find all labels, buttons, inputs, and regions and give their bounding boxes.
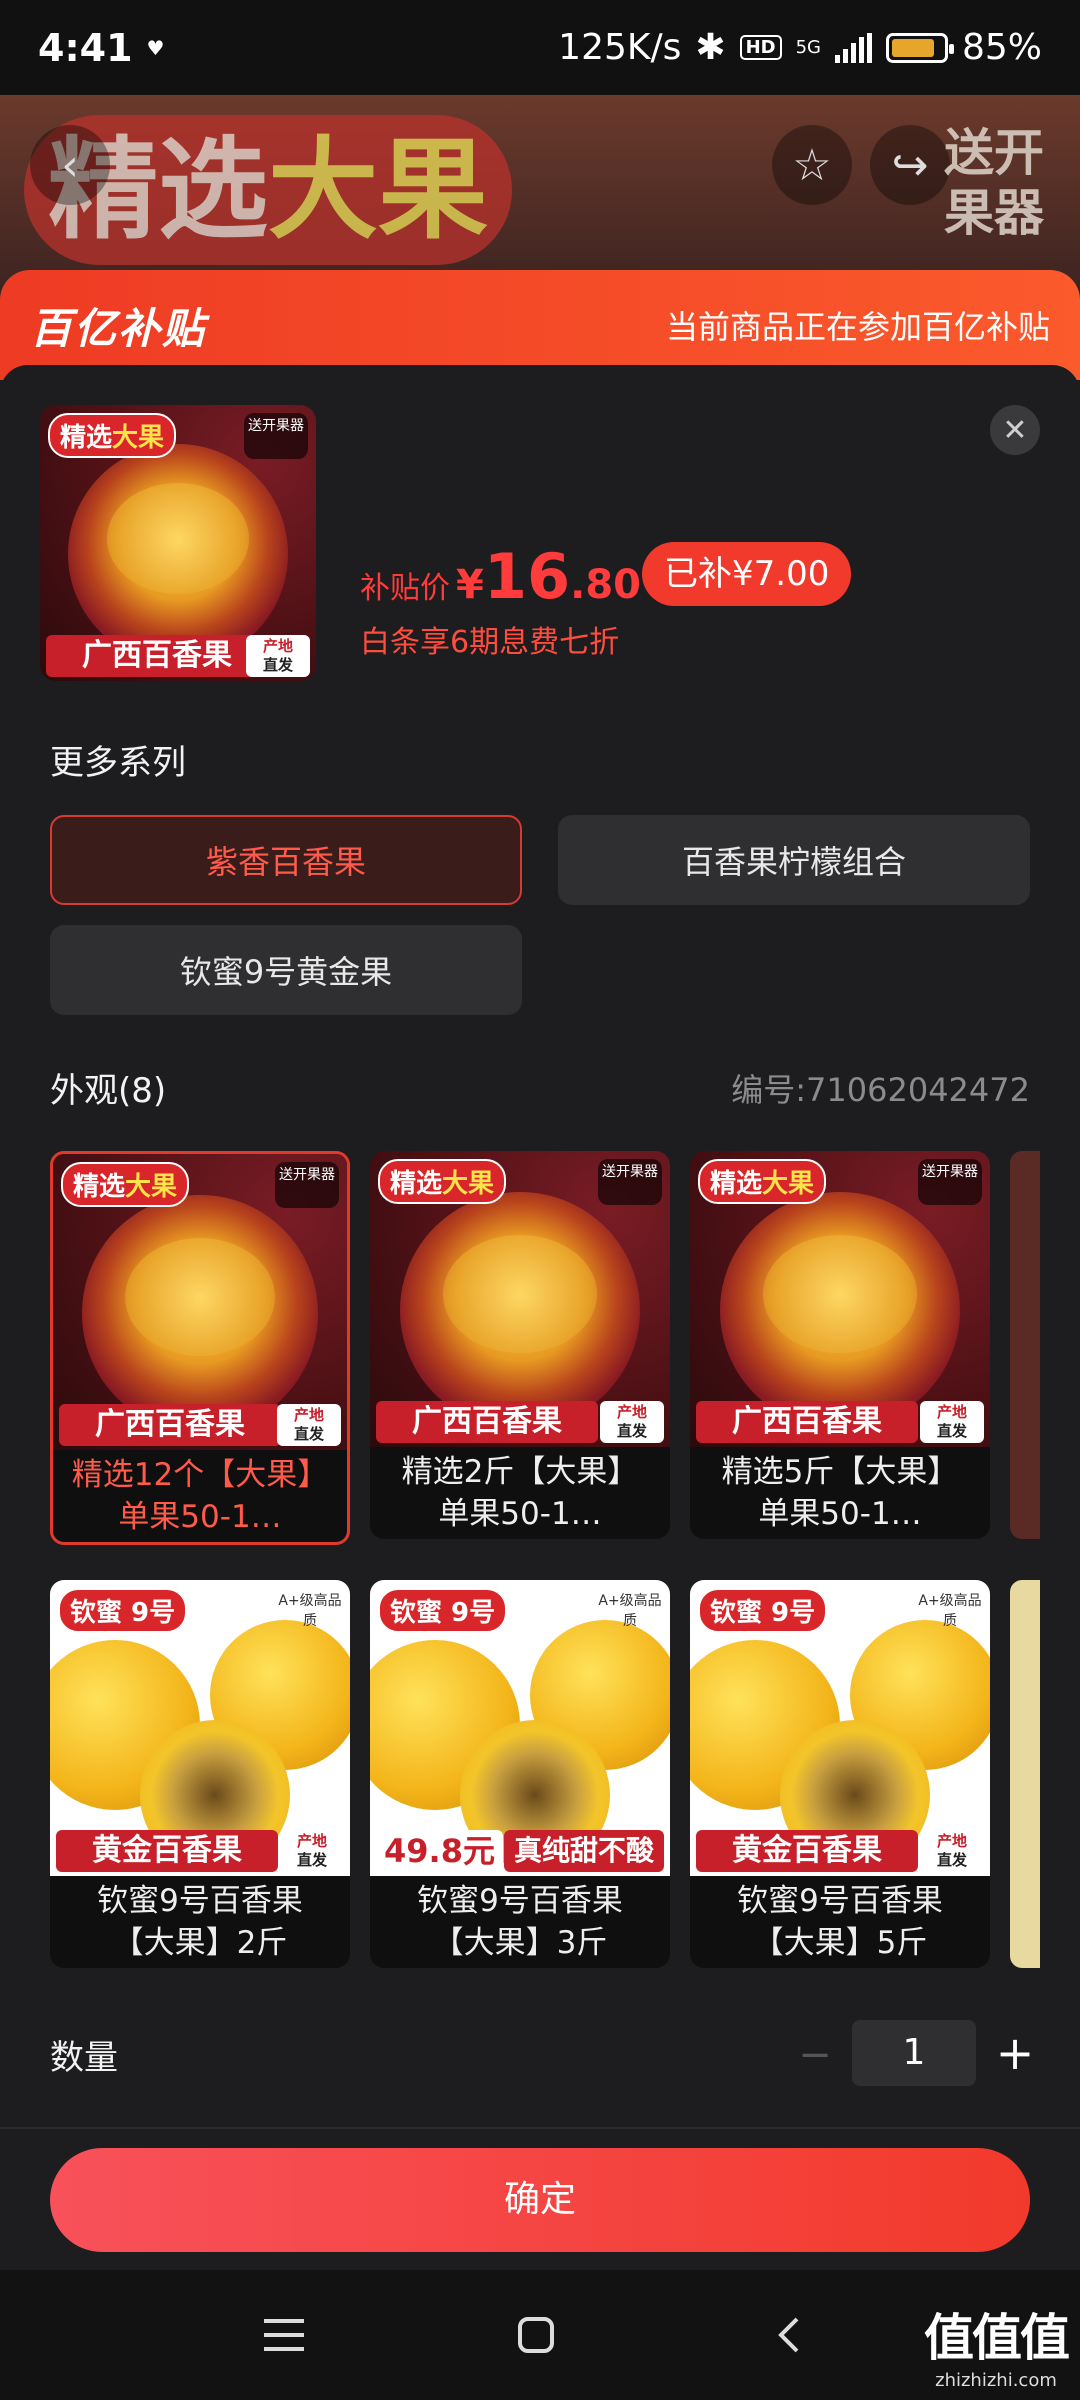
series-title: 更多系列 [50,743,186,783]
variant-caption: 钦蜜9号百香果【大果】2斤 [97,1883,303,1961]
variant-card-peek[interactable] [1010,1151,1040,1539]
home-icon [518,2317,554,2353]
share-button[interactable]: ↪ [870,125,950,205]
quantity-decrease-button[interactable]: − [790,2030,840,2080]
price-integer: 16 [483,540,571,613]
hero-tag-line2: 果器 [944,184,1044,242]
thumb-tag-origin: 产地 直发 [246,635,310,677]
variant-image: 精选大果 送开果器 广西百香果 产地 直发 [690,1151,990,1447]
thumbnail-fruit [67,443,289,665]
installment-offer: 白条享6期息费七折 [360,625,620,660]
subsidy-text: 当前商品正在参加百亿补贴 [665,308,1050,346]
variant-image: 钦蜜 9号 A+级高品质 49.8元 真纯甜不酸 [370,1580,670,1876]
variant-caption: 精选2斤【大果】单果50-1… [401,1454,639,1532]
thumb-tag-top: 精选大果 [48,413,177,458]
series-option-3[interactable]: 钦蜜9号黄金果 [50,925,522,1015]
status-time: 4:41 [38,25,133,70]
system-nav-bar [0,2270,1080,2400]
favorite-button[interactable]: ☆ [772,125,852,205]
thumb-tag-bottom: 广西百香果 [46,635,268,677]
signal-icon [834,32,872,63]
hero-tag-line1: 送开 [944,124,1044,182]
thumb-tag-corner: 送开果器 [244,413,308,459]
watermark-logo: 值值值 [924,2309,1070,2367]
status-right: 125K/s ✱ HD 5G 85% [558,27,1042,68]
battery-level: 85% [961,27,1042,68]
status-bar: 4:41 ♥ 125K/s ✱ HD 5G 85% [0,0,1080,95]
notification-icon: ♥ [146,35,165,60]
hero-tag: 送开 果器 [944,123,1044,243]
variant-caption: 精选12个【大果】单果50-1… [71,1457,329,1535]
menu-icon [264,2319,304,2351]
variant-caption: 钦蜜9号百香果【大果】3斤 [417,1883,623,1961]
variant-image: 钦蜜 9号 A+级高品质 黄金百香果 产地 直发 [50,1580,350,1876]
quantity-increase-button[interactable]: + [990,2028,1040,2078]
nav-back-icon [778,2317,799,2353]
sku-sheet: 精选大果 送开果器 广西百香果 产地 直发 ✕ 补贴价 ¥ 16 .80 已补¥7… [0,365,1080,2265]
network-type: 5G [795,36,821,58]
variant-image: 钦蜜 9号 A+级高品质 黄金百香果 产地 直发 [690,1580,990,1876]
price-currency: ¥ [456,562,484,608]
variant-image: 精选大果 送开果器 广西百香果 产地 直发 [370,1151,670,1447]
close-button[interactable]: ✕ [990,405,1040,455]
series-option-2[interactable]: 百香果柠檬组合 [558,815,1030,905]
quantity-input[interactable]: 1 [852,2020,976,2086]
price-row: 补贴价 ¥ 16 .80 [360,540,641,613]
divider [0,2127,1080,2129]
product-code: 编号:71062042472 [731,1071,1030,1109]
variant-caption: 钦蜜9号百香果【大果】5斤 [737,1883,943,1961]
variant-card[interactable]: 钦蜜 9号 A+级高品质 黄金百香果 产地 直发 钦蜜9号百香果【大果】5斤 [690,1580,990,1968]
network-speed: 125K/s [558,27,682,68]
star-icon: ☆ [792,139,832,191]
hd-icon: HD [739,35,782,60]
product-thumbnail[interactable]: 精选大果 送开果器 广西百香果 产地 直发 [40,405,316,681]
bluetooth-icon: ✱ [695,27,726,68]
variant-card-peek[interactable] [1010,1580,1040,1968]
hero-title-part2: 大果 [268,126,488,254]
back-button[interactable]: ‹ [30,125,110,205]
nav-back-button[interactable] [760,2305,820,2365]
close-icon: ✕ [1002,412,1028,448]
variant-card[interactable]: 钦蜜 9号 A+级高品质 黄金百香果 产地 直发 钦蜜9号百香果【大果】2斤 [50,1580,350,1968]
price-label: 补贴价 [360,571,450,606]
home-button[interactable] [506,2305,566,2365]
subsidy-banner: 百亿补贴 当前商品正在参加百亿补贴 [0,270,1080,380]
menu-button[interactable] [254,2305,314,2365]
variant-card[interactable]: 精选大果 送开果器 广西百香果 产地 直发 精选2斤【大果】单果50-1… [370,1151,670,1539]
variant-card[interactable]: 精选大果 送开果器 广西百香果 产地 直发 精选12个【大果】单果50-1… [50,1151,350,1545]
quantity-label: 数量 [50,2038,118,2078]
appearance-title: 外观(8) [50,1071,167,1111]
share-icon: ↪ [891,139,929,191]
price-decimal: .80 [570,562,641,608]
watermark-url: zhizhizhi.com [935,2370,1057,2391]
watermark: 值值值 zhizhizhi.com [924,2298,1070,2391]
variant-caption: 精选5斤【大果】单果50-1… [721,1454,959,1532]
variant-image: 精选大果 送开果器 广西百香果 产地 直发 [53,1154,347,1450]
confirm-button[interactable]: 确定 [50,2148,1030,2252]
variant-card[interactable]: 精选大果 送开果器 广西百香果 产地 直发 精选5斤【大果】单果50-1… [690,1151,990,1539]
variant-card[interactable]: 钦蜜 9号 A+级高品质 49.8元 真纯甜不酸 钦蜜9号百香果【大果】3斤 [370,1580,670,1968]
back-icon: ‹ [61,139,79,191]
subsidy-badge: 已补¥7.00 [642,542,852,606]
series-option-1[interactable]: 紫香百香果 [50,815,522,905]
battery-icon [885,32,954,63]
subsidy-logo: 百亿补贴 [30,303,207,353]
